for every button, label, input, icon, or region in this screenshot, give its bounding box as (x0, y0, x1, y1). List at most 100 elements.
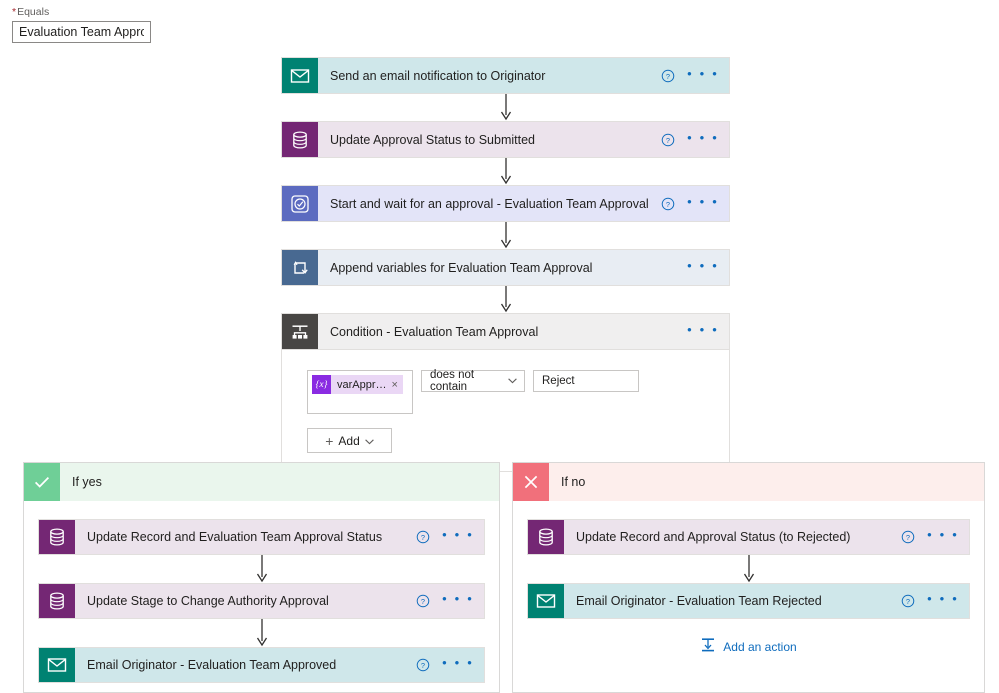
svg-text:?: ? (421, 533, 425, 542)
help-icon[interactable]: ? (416, 658, 430, 672)
svg-text:?: ? (906, 533, 910, 542)
condition-value-text: Reject (542, 375, 575, 387)
variable-token[interactable]: {x} varAppr… × (312, 375, 403, 394)
card-actions: ? • • • (661, 122, 729, 157)
overflow-menu-icon[interactable]: • • • (687, 195, 719, 211)
equals-label-text: Equals (17, 6, 50, 18)
condition-icon (282, 314, 318, 349)
branch-if-yes-header: If yes (24, 463, 499, 501)
branch-if-yes: If yes Update Record and Evaluation Team… (23, 462, 500, 693)
condition-operator-dropdown[interactable]: does not contain (421, 369, 525, 393)
overflow-menu-icon[interactable]: • • • (687, 259, 719, 275)
help-icon[interactable]: ? (416, 530, 430, 544)
action-card-update-stage-change-authority[interactable]: Update Stage to Change Authority Approva… (38, 583, 485, 619)
action-card-title: Send an email notification to Originator (330, 68, 546, 83)
branch-if-no: If no Update Record and Approval Status … (512, 462, 985, 693)
card-actions: ? • • • (416, 584, 484, 618)
cross-icon (513, 463, 549, 501)
checkmark-icon (24, 463, 60, 501)
action-card-title: Update Stage to Change Authority Approva… (87, 594, 329, 608)
overflow-menu-icon[interactable]: • • • (442, 528, 474, 544)
append-variable-icon (282, 250, 318, 285)
help-icon[interactable]: ? (661, 197, 675, 211)
condition-card-header[interactable]: Condition - Evaluation Team Approval • •… (281, 313, 730, 350)
action-card-start-wait-approval[interactable]: Start and wait for an approval - Evaluat… (281, 185, 730, 222)
database-icon (282, 122, 318, 157)
overflow-menu-icon[interactable]: • • • (442, 592, 474, 608)
condition-value-field[interactable]: Reject (533, 370, 639, 392)
add-condition-button[interactable]: + Add (307, 428, 392, 453)
connector-arrow (38, 619, 485, 647)
overflow-menu-icon[interactable]: • • • (442, 656, 474, 672)
help-icon[interactable]: ? (901, 594, 915, 608)
connector-arrow (281, 222, 730, 249)
card-actions: ? • • • (661, 186, 729, 221)
email-icon (282, 58, 318, 93)
condition-row: {x} varAppr… × does not contain Reject (307, 369, 729, 414)
email-icon (39, 648, 75, 682)
chevron-down-icon (508, 377, 517, 386)
remove-token-icon[interactable]: × (392, 379, 403, 391)
card-actions: ? • • • (416, 648, 484, 682)
help-icon[interactable]: ? (661, 69, 675, 83)
plus-icon: + (325, 432, 334, 449)
card-actions: ? • • • (661, 58, 729, 93)
svg-text:?: ? (666, 199, 670, 208)
database-icon (39, 584, 75, 618)
branch-if-no-label: If no (561, 475, 586, 489)
action-card-update-record-rejected[interactable]: Update Record and Approval Status (to Re… (527, 519, 970, 555)
add-condition-label: Add (338, 433, 360, 448)
equals-input[interactable] (12, 21, 151, 43)
svg-text:?: ? (906, 597, 910, 606)
condition-body: {x} varAppr… × does not contain Reject +… (281, 350, 730, 472)
svg-text:?: ? (666, 71, 670, 80)
variable-token-label: varAppr… (337, 378, 387, 391)
action-card-email-originator-rejected[interactable]: Email Originator - Evaluation Team Rejec… (527, 583, 970, 619)
overflow-menu-icon[interactable]: • • • (927, 592, 959, 608)
action-card-title: Update Approval Status to Submitted (330, 132, 535, 147)
action-card-title: Email Originator - Evaluation Team Appro… (87, 658, 337, 672)
action-card-title: Start and wait for an approval - Evaluat… (330, 196, 649, 211)
action-card-title: Email Originator - Evaluation Team Rejec… (576, 594, 822, 608)
action-card-email-originator-approved[interactable]: Email Originator - Evaluation Team Appro… (38, 647, 485, 683)
database-icon (528, 520, 564, 554)
connector-arrow (281, 94, 730, 121)
connector-arrow (527, 555, 970, 583)
overflow-menu-icon[interactable]: • • • (687, 131, 719, 147)
card-actions: • • • (687, 314, 729, 349)
help-icon[interactable]: ? (416, 594, 430, 608)
expression-icon: {x} (312, 375, 331, 394)
card-actions: ? • • • (416, 520, 484, 554)
overflow-menu-icon[interactable]: • • • (687, 323, 719, 339)
approval-icon (282, 186, 318, 221)
chevron-down-icon (364, 434, 374, 448)
overflow-menu-icon[interactable]: • • • (687, 67, 719, 83)
branch-if-yes-body: Update Record and Evaluation Team Approv… (24, 501, 499, 683)
card-actions: • • • (687, 250, 729, 285)
equals-field-group: *Equals (12, 6, 192, 43)
overflow-menu-icon[interactable]: • • • (927, 528, 959, 544)
required-indicator: * (12, 6, 17, 18)
action-card-title: Update Record and Evaluation Team Approv… (87, 530, 383, 544)
action-card-update-record-eval-status[interactable]: Update Record and Evaluation Team Approv… (38, 519, 485, 555)
add-an-action-label: Add an action (723, 639, 797, 654)
action-card-update-approval-status[interactable]: Update Approval Status to Submitted ? • … (281, 121, 730, 158)
help-icon[interactable]: ? (901, 530, 915, 544)
insert-step-icon (700, 637, 716, 656)
condition-operand-field[interactable]: {x} varAppr… × (307, 370, 413, 414)
branch-if-yes-label: If yes (72, 475, 102, 489)
help-icon[interactable]: ? (661, 133, 675, 147)
card-actions: ? • • • (901, 520, 969, 554)
svg-text:?: ? (421, 597, 425, 606)
connector-arrow (38, 555, 485, 583)
card-actions: ? • • • (901, 584, 969, 618)
connector-arrow (281, 286, 730, 313)
add-an-action-button[interactable]: Add an action (527, 637, 970, 656)
action-card-send-email-originator[interactable]: Send an email notification to Originator… (281, 57, 730, 94)
equals-field-label: *Equals (12, 6, 192, 19)
condition-card-title: Condition - Evaluation Team Approval (330, 324, 539, 339)
email-icon (528, 584, 564, 618)
branch-if-no-header: If no (513, 463, 984, 501)
action-card-append-variables[interactable]: Append variables for Evaluation Team App… (281, 249, 730, 286)
action-card-title: Append variables for Evaluation Team App… (330, 260, 593, 275)
